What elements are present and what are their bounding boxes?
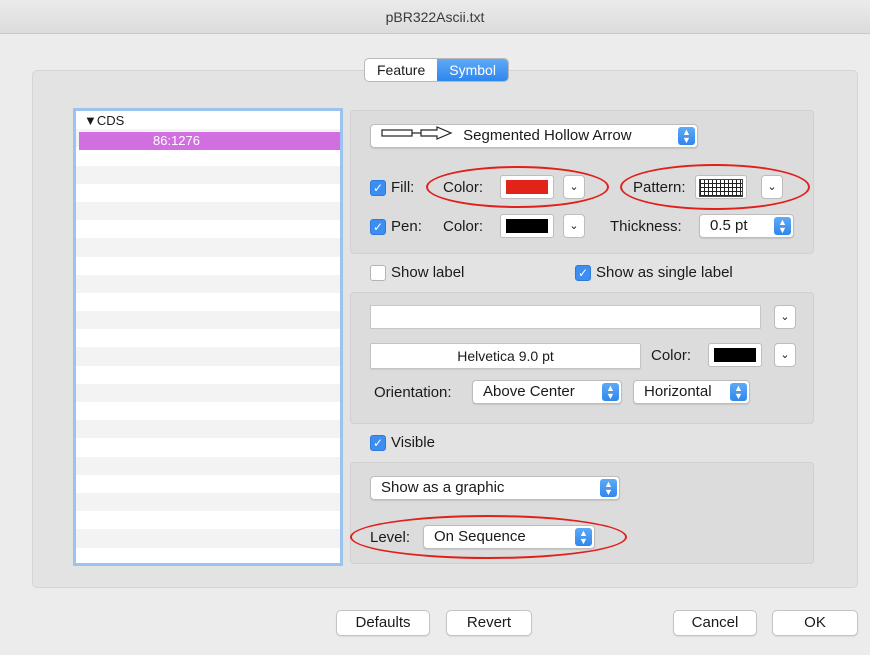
thickness-value: 0.5 pt: [710, 217, 748, 234]
thickness-select[interactable]: 0.5 pt ▲ ▼: [699, 214, 794, 238]
pattern-label: Pattern:: [633, 179, 686, 196]
defaults-button[interactable]: Defaults: [336, 610, 430, 636]
pen-color-well[interactable]: [500, 214, 554, 238]
single-label-checkbox[interactable]: ✓: [575, 265, 591, 281]
single-label-text: Show as single label: [596, 264, 733, 281]
pen-checkbox[interactable]: ✓: [370, 219, 386, 235]
grid-pattern-icon: [699, 179, 743, 197]
show-label-checkbox[interactable]: [370, 265, 386, 281]
tab-bar: Feature Symbol: [364, 58, 509, 82]
tab-symbol[interactable]: Symbol: [437, 59, 508, 81]
display-value: Show as a graphic: [381, 479, 505, 496]
pen-color-dropdown[interactable]: ⌄: [563, 214, 585, 238]
stepper-arrows-icon: ▲ ▼: [600, 479, 617, 497]
feature-list[interactable]: ▼CDS 86:1276: [73, 108, 343, 566]
list-item-selected[interactable]: 86:1276: [79, 132, 340, 150]
font-button[interactable]: Helvetica 9.0 pt: [370, 343, 641, 369]
shape-select[interactable]: Segmented Hollow Arrow ▲ ▼: [370, 124, 698, 148]
label-text-field[interactable]: [370, 305, 761, 329]
orientation-label: Orientation:: [374, 384, 452, 401]
stepper-arrows-icon: ▲ ▼: [602, 383, 619, 401]
hollow-arrow-icon: [381, 125, 453, 147]
level-label: Level:: [370, 529, 411, 546]
thickness-label: Thickness:: [610, 218, 682, 235]
cancel-button[interactable]: Cancel: [673, 610, 757, 636]
stepper-arrows-icon: ▲ ▼: [774, 217, 791, 235]
tab-feature[interactable]: Feature: [365, 59, 437, 81]
ok-button[interactable]: OK: [772, 610, 858, 636]
show-label-text: Show label: [391, 264, 465, 281]
stepper-arrows-icon: ▲ ▼: [575, 528, 592, 546]
display-select[interactable]: Show as a graphic ▲ ▼: [370, 476, 620, 500]
stepper-arrows-icon: ▲ ▼: [678, 127, 695, 145]
direction-value: Horizontal: [644, 383, 712, 400]
label-text-dropdown[interactable]: ⌄: [774, 305, 796, 329]
fill-color-well[interactable]: [500, 175, 554, 199]
level-value: On Sequence: [434, 528, 526, 545]
revert-button[interactable]: Revert: [446, 610, 532, 636]
direction-select[interactable]: Horizontal ▲ ▼: [633, 380, 750, 404]
label-color-well[interactable]: [708, 343, 762, 367]
pen-color-label: Color:: [443, 218, 484, 235]
visible-checkbox[interactable]: ✓: [370, 435, 386, 451]
label-color-dropdown[interactable]: ⌄: [774, 343, 796, 367]
list-group-header[interactable]: ▼CDS: [84, 113, 124, 128]
level-select[interactable]: On Sequence ▲ ▼: [423, 525, 595, 549]
fill-label: Fill:: [391, 179, 415, 196]
orientation-value: Above Center: [483, 383, 575, 400]
pattern-dropdown[interactable]: ⌄: [761, 175, 783, 199]
pen-label: Pen:: [391, 218, 422, 235]
fill-checkbox[interactable]: ✓: [370, 180, 386, 196]
shape-select-value: Segmented Hollow Arrow: [463, 127, 632, 144]
window-title: pBR322Ascii.txt: [0, 0, 870, 34]
orientation-select[interactable]: Above Center ▲ ▼: [472, 380, 622, 404]
fill-color-label: Color:: [443, 179, 484, 196]
visible-label: Visible: [391, 434, 435, 451]
fill-color-dropdown[interactable]: ⌄: [563, 175, 585, 199]
label-color-label: Color:: [651, 347, 692, 364]
stepper-arrows-icon: ▲ ▼: [730, 383, 747, 401]
